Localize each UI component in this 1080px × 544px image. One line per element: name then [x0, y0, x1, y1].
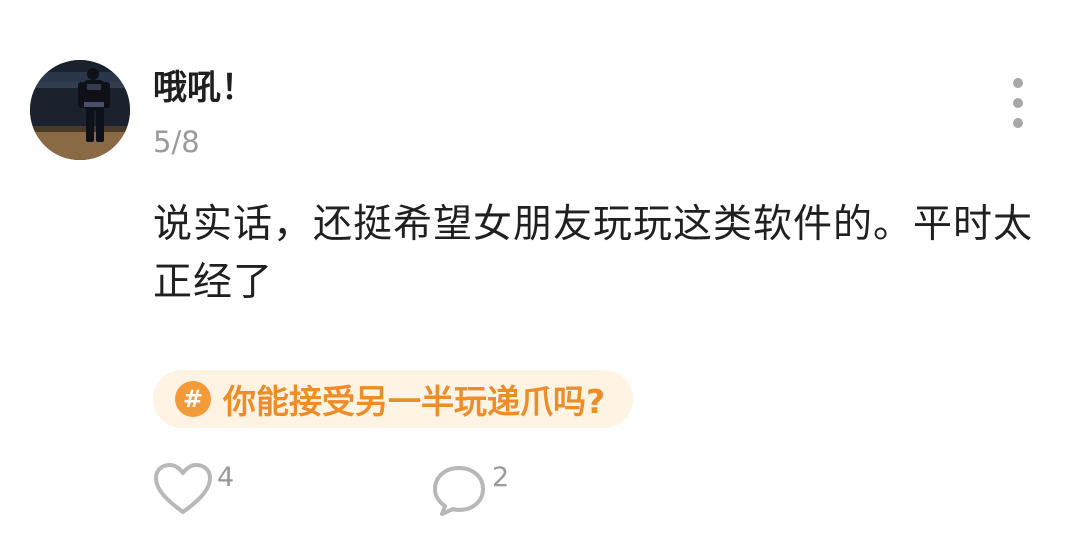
like-count: 4: [217, 462, 235, 493]
more-vertical-icon-dot: [1013, 98, 1023, 108]
more-options-button[interactable]: [1004, 78, 1032, 128]
more-vertical-icon: [1013, 78, 1023, 88]
like-button[interactable]: 4: [153, 462, 234, 516]
comment-count: 2: [492, 462, 510, 493]
comment-bubble-icon: [433, 466, 485, 516]
avatar[interactable]: [30, 60, 130, 160]
topic-tag[interactable]: # 你能接受另一半玩递爪吗?: [153, 370, 634, 428]
comment-button[interactable]: 2: [430, 462, 509, 518]
basketball-player-avatar-icon: [30, 60, 130, 160]
heart-icon: [154, 463, 212, 514]
author-name[interactable]: 哦吼！: [153, 66, 255, 110]
topic-label: 你能接受另一半玩递爪吗?: [223, 382, 606, 421]
post-content: 说实话，还挺希望女朋友玩玩这类软件的。平时太正经了: [153, 202, 1034, 305]
more-vertical-icon-dot: [1013, 118, 1023, 128]
hash-icon: #: [175, 381, 211, 417]
post-date: 5/8: [153, 125, 200, 159]
